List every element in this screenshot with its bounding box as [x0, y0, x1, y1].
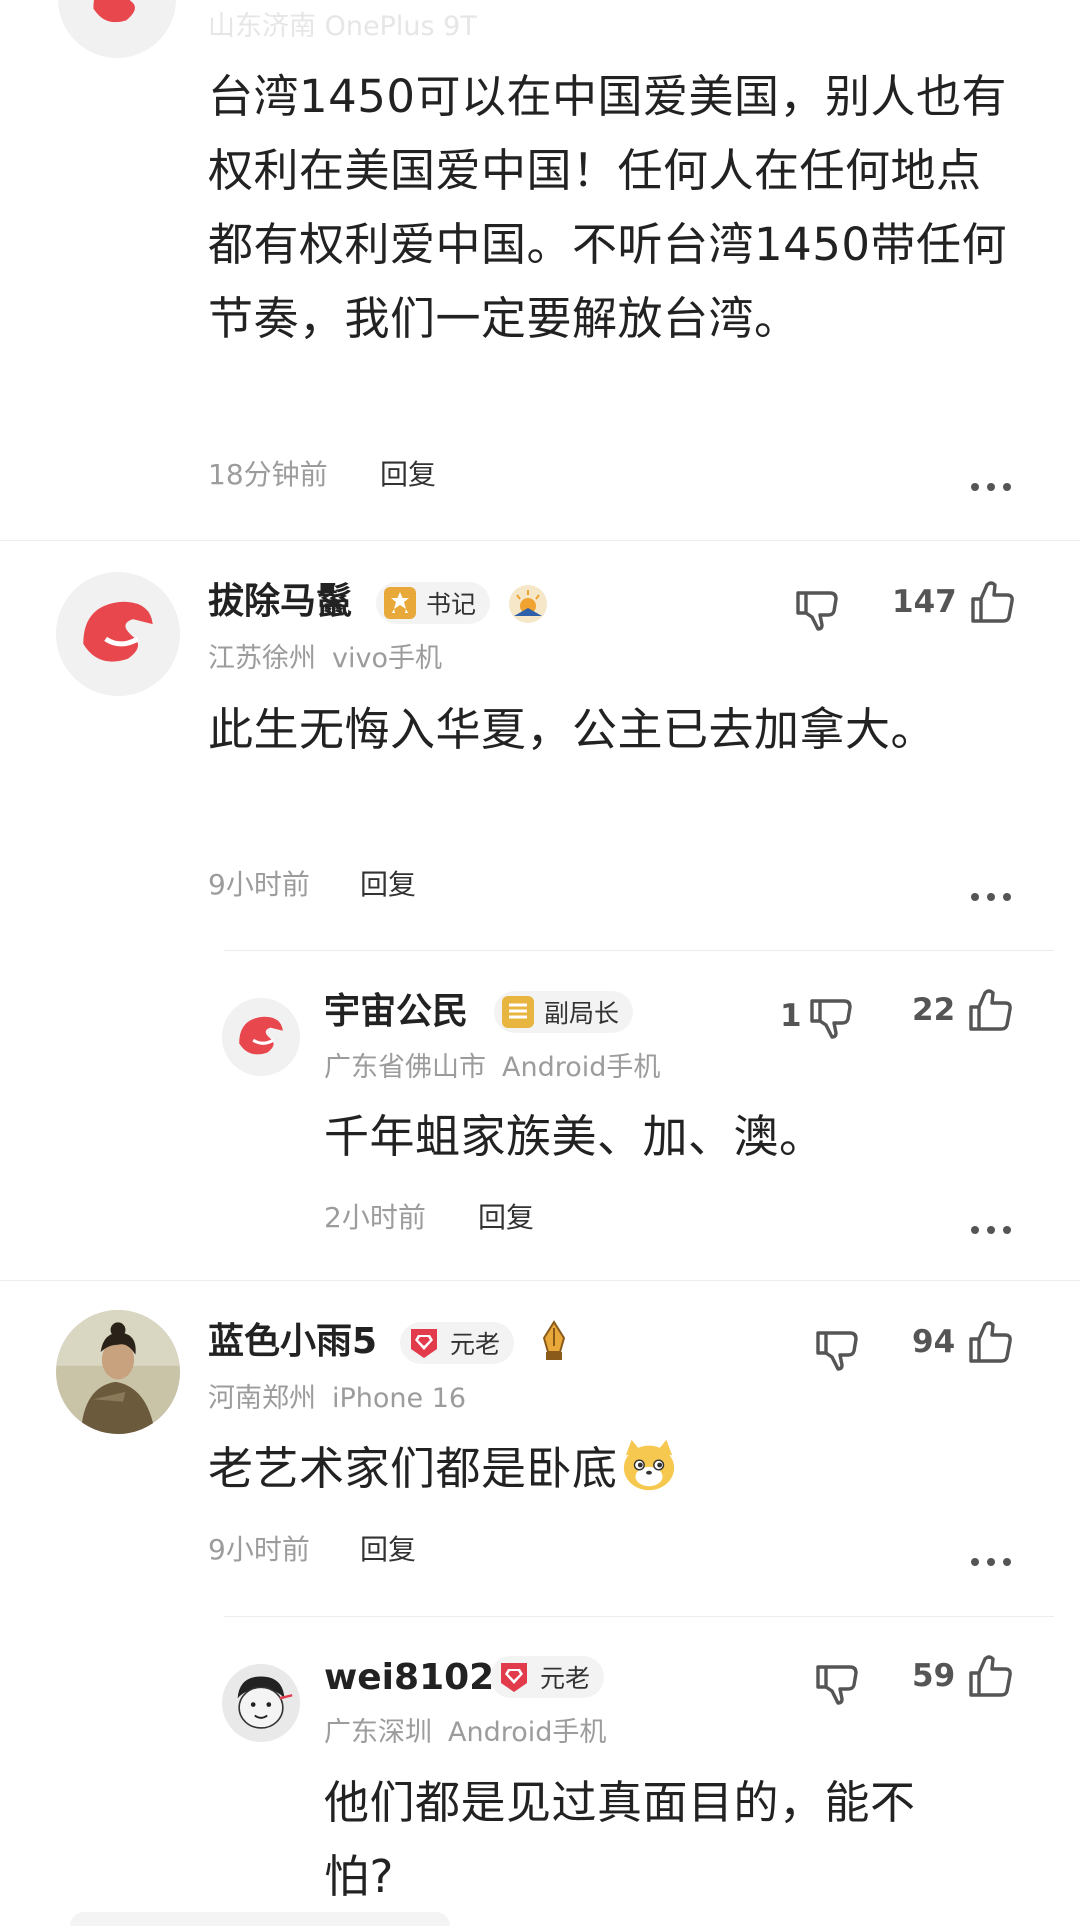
comment-time: 2小时前: [324, 1201, 426, 1234]
like-count: 94: [912, 1324, 956, 1360]
location: 广东省佛山市: [324, 1052, 486, 1083]
rank-badge-label: 书记: [426, 590, 477, 619]
thumbs-up-icon[interactable]: [965, 1651, 1015, 1701]
comment-text: 台湾1450可以在中国爱美国，别人也有权利在美国爱中国！任何人在任何地点都有权利…: [208, 70, 1008, 345]
avatar[interactable]: [56, 572, 180, 696]
like-count: 59: [912, 1658, 956, 1694]
divider: [224, 950, 1054, 951]
comment-time: 9小时前: [208, 1533, 310, 1566]
rank-badge: 副局长: [494, 991, 634, 1033]
comment-meta: 广东省佛山市 Android手机: [324, 1051, 660, 1085]
rank-badge-icon: [502, 996, 534, 1028]
comment-text-body: 老艺术家们都是卧底: [208, 1442, 618, 1495]
comment-meta: 山东济南 OnePlus 9T: [208, 11, 477, 42]
device: Android手机: [502, 1052, 661, 1083]
device: vivo手机: [332, 643, 442, 674]
more-dots-icon[interactable]: [970, 1556, 1012, 1568]
veteran-badge-icon: [411, 1329, 437, 1358]
reply-button[interactable]: 回复: [360, 1532, 416, 1568]
dislike-group[interactable]: [792, 582, 842, 634]
veteran-badge-icon: [501, 1663, 527, 1692]
like-count: 22: [912, 992, 956, 1028]
device: iPhone 16: [332, 1383, 467, 1414]
divider: [0, 540, 1080, 541]
comment-text: 此生无悔入华夏，公主已去加拿大。: [208, 703, 937, 756]
like-group[interactable]: 147: [892, 576, 1017, 628]
username[interactable]: 宇宙公民: [324, 990, 468, 1034]
rank-badge: 元老: [400, 1322, 515, 1364]
rank-badge-label: 元老: [450, 1330, 501, 1359]
avatar[interactable]: [222, 1664, 300, 1742]
username[interactable]: 拔除马鬣: [208, 580, 352, 624]
divider: [224, 1616, 1054, 1617]
location: 河南郑州: [208, 1383, 316, 1414]
avatar[interactable]: [222, 998, 300, 1076]
username[interactable]: wei8102: [324, 1656, 494, 1700]
rank-badge-label: 副局长: [544, 999, 620, 1028]
dog-emoji-icon: [623, 1439, 674, 1491]
comment-meta: 江苏徐州 vivo手机: [208, 642, 442, 676]
like-group[interactable]: 22: [912, 984, 1015, 1036]
rank-badge: 书记: [376, 582, 491, 624]
location: 广东深圳: [324, 1717, 432, 1748]
app-logo-icon: [56, 572, 180, 696]
thumbs-up-icon[interactable]: [965, 985, 1015, 1035]
more-dots-icon[interactable]: [970, 1224, 1012, 1236]
reply-button[interactable]: 回复: [478, 1200, 534, 1236]
like-count: 147: [892, 584, 957, 620]
comment-meta: 广东深圳 Android手机: [324, 1716, 606, 1750]
more-dots-icon[interactable]: [970, 481, 1012, 493]
rank-badge-icon: [384, 587, 416, 619]
comment-text: 千年蛆家族美、加、澳。: [324, 1110, 825, 1163]
comment-text: 他们都是见过真面目的，能不怕?: [324, 1776, 916, 1903]
like-group[interactable]: 94: [912, 1316, 1015, 1368]
app-logo-icon: [58, 0, 176, 58]
dislike-group[interactable]: [812, 1322, 862, 1374]
dislike-group[interactable]: [812, 1656, 862, 1708]
username[interactable]: 蓝色小雨5: [208, 1320, 377, 1364]
dislike-count: 1: [780, 998, 802, 1034]
thumbs-up-icon[interactable]: [965, 1317, 1015, 1367]
avatar[interactable]: [58, 0, 176, 58]
rank-badge-label: 元老: [540, 1664, 591, 1693]
thumbs-down-icon[interactable]: [806, 991, 856, 1041]
comment-text: 老艺术家们都是卧底: [208, 1432, 1008, 1506]
app-logo-icon: [222, 998, 300, 1076]
sunrise-medal-icon: [509, 585, 547, 623]
thumbs-up-icon[interactable]: [967, 577, 1017, 627]
user-photo-icon: [56, 1310, 180, 1434]
comment-time: 9小时前: [208, 868, 310, 901]
avatar[interactable]: [56, 1310, 180, 1434]
reply-button[interactable]: 回复: [360, 867, 416, 903]
thumbs-down-icon[interactable]: [812, 1657, 862, 1707]
like-group[interactable]: 59: [912, 1650, 1015, 1702]
rank-badge: 元老: [490, 1656, 605, 1698]
more-dots-icon[interactable]: [970, 891, 1012, 903]
comment-meta: 河南郑州 iPhone 16: [208, 1382, 466, 1416]
device: Android手机: [448, 1717, 607, 1748]
bottom-overlay: [70, 1912, 450, 1926]
thumbs-down-icon[interactable]: [812, 1323, 862, 1373]
dislike-group[interactable]: 1: [780, 990, 856, 1042]
divider: [0, 1280, 1080, 1281]
comment-time: 18分钟前: [208, 458, 328, 491]
location: 江苏徐州: [208, 643, 316, 674]
pen-medal-icon: [542, 1320, 566, 1360]
cartoon-avatar-icon: [222, 1664, 300, 1742]
thumbs-down-icon[interactable]: [792, 583, 842, 633]
reply-button[interactable]: 回复: [380, 457, 436, 493]
